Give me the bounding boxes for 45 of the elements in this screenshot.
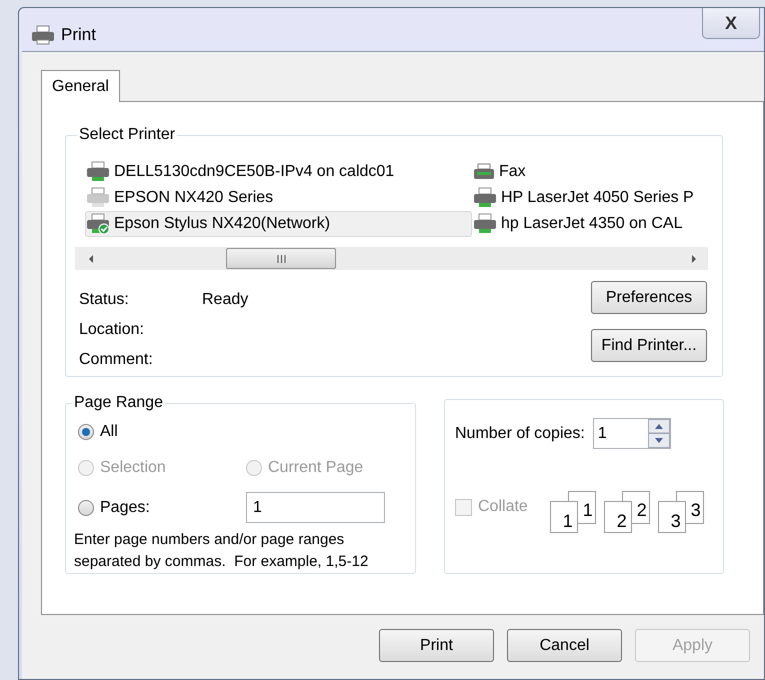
printer-name: DELL5130cdn9CE50B-IPv4 on caldc01 xyxy=(114,162,394,182)
dialog-button[interactable]: Preferences xyxy=(591,281,707,314)
radio-label: All xyxy=(100,422,118,442)
radio-label: Pages: xyxy=(100,498,150,518)
page-sheet: 1 xyxy=(550,501,578,533)
dialog-button[interactable]: Print xyxy=(379,629,494,662)
radio-button[interactable] xyxy=(78,500,94,516)
copies-spinner[interactable]: 1 xyxy=(592,418,671,449)
status-label: Status: xyxy=(79,290,130,310)
printer-name: hp LaserJet 4350 on CAL xyxy=(501,214,682,234)
location-label: Location: xyxy=(79,320,145,340)
hint-text: Enter page numbers and/or page ranges separated by commas. For example, 1,5-12 xyxy=(74,530,370,572)
radio-label: Current Page xyxy=(268,458,364,478)
status-value: Ready xyxy=(202,290,248,310)
printer-name: EPSON NX420 Series xyxy=(114,188,274,208)
radio-button[interactable] xyxy=(78,424,94,440)
printer-item[interactable]: hp LaserJet 4350 on CAL xyxy=(472,211,708,237)
printer-item[interactable]: HP LaserJet 4050 Series P xyxy=(472,185,708,211)
printer-item[interactable]: EPSON NX420 Series xyxy=(85,185,472,211)
group-title: Select Printer xyxy=(78,125,176,145)
right-arrow-icon[interactable] xyxy=(690,254,698,264)
copies-value: 1 xyxy=(596,424,608,444)
printer-name: Epson Stylus NX420(Network) xyxy=(114,214,330,234)
horizontal-scrollbar[interactable] xyxy=(75,247,708,270)
printer-name: HP LaserJet 4050 Series P xyxy=(501,188,694,208)
printer-icon xyxy=(31,24,55,45)
comment-label: Comment: xyxy=(79,350,154,370)
pages-field[interactable]: 1 xyxy=(246,492,385,523)
close-button[interactable]: X xyxy=(702,8,760,39)
left-arrow-icon[interactable] xyxy=(87,254,95,264)
window-title: Print xyxy=(61,24,96,46)
copies-label: Number of copies: xyxy=(455,424,585,444)
dialog-button[interactable]: Cancel xyxy=(507,629,622,662)
spin-arrows-icon[interactable] xyxy=(648,419,670,448)
scrollbar-thumb[interactable] xyxy=(226,248,336,269)
grip-icon xyxy=(276,254,286,262)
printer-name: Fax xyxy=(499,162,526,182)
printer-item[interactable]: DELL5130cdn9CE50B-IPv4 on caldc01 xyxy=(85,159,472,185)
printer-item[interactable]: Fax xyxy=(472,159,708,185)
collate-label: Collate xyxy=(478,497,528,517)
radio-label: Selection xyxy=(100,458,166,478)
dialog-button[interactable]: Find Printer... xyxy=(591,329,707,362)
printer-item[interactable]: Epson Stylus NX420(Network) xyxy=(85,211,472,237)
tab[interactable]: General xyxy=(41,70,120,102)
group-title: Page Range xyxy=(73,393,164,413)
